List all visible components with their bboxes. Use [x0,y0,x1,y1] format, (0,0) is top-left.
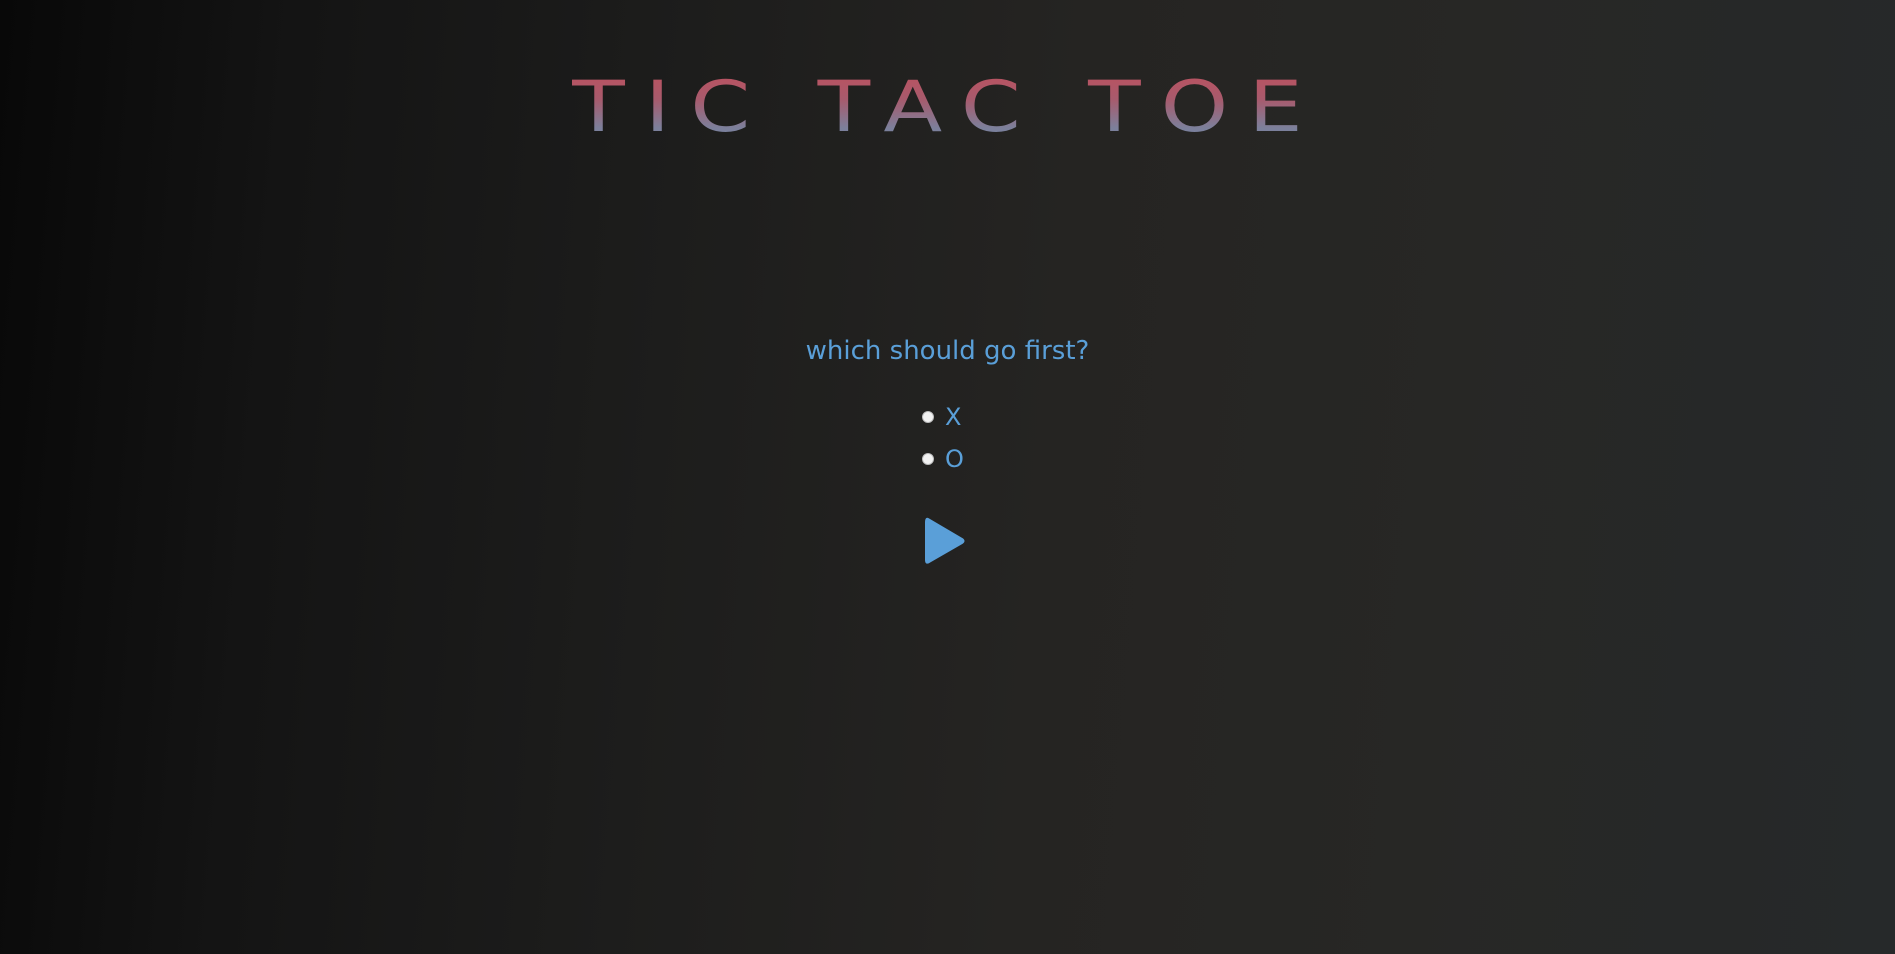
first-player-options: X O [922,396,1042,480]
option-x[interactable]: X [922,396,1042,438]
radio-o[interactable] [922,453,934,465]
option-x-label: X [945,403,962,431]
play-icon [925,517,965,564]
radio-x[interactable] [922,411,934,423]
start-game-button[interactable] [922,516,966,566]
first-player-prompt: which should go first? [805,336,1090,366]
option-o-label: O [945,445,964,473]
game-title: TIC TAC TOE [0,66,1895,148]
option-o[interactable]: O [922,438,1042,480]
